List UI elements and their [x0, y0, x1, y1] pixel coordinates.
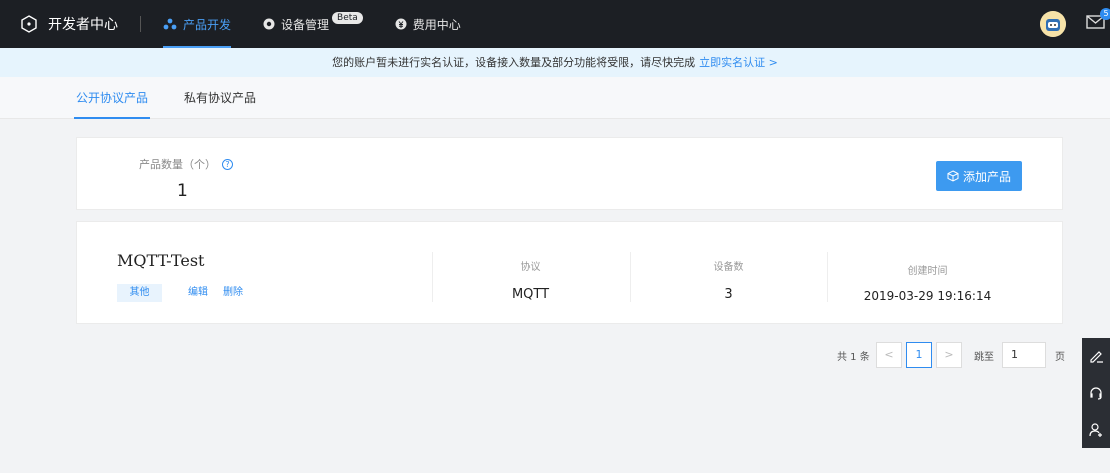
top-navbar: 开发者中心 产品开发 设备管理 Beta 费用中心 5 [0, 0, 1110, 48]
devices-value: 3 [724, 287, 733, 302]
robot-avatar-icon [1040, 11, 1066, 37]
created-value: 2019-03-29 19:16:14 [863, 289, 992, 303]
prev-page-button[interactable]: < [876, 342, 902, 368]
next-page-button[interactable]: > [936, 342, 962, 368]
page-unit-label: 页 [1055, 351, 1065, 363]
coin-icon [395, 18, 407, 30]
page-1-button[interactable]: 1 [906, 342, 932, 368]
hexagon-logo-icon[interactable] [20, 15, 38, 33]
protocol-label: 协议 [520, 262, 541, 273]
headset-icon[interactable] [1088, 385, 1104, 401]
add-product-button[interactable]: 添加产品 [936, 161, 1022, 191]
side-toolbar [1082, 338, 1110, 448]
product-name[interactable]: MQTT-Test [117, 251, 204, 270]
dots-cluster-icon [163, 18, 177, 30]
verify-now-link[interactable]: 立即实名认证 > [699, 56, 778, 69]
nav-label: 产品开发 [183, 17, 232, 32]
protocol-column: 协议 MQTT [432, 252, 628, 302]
protocol-tabs: 公开协议产品 私有协议产品 [0, 77, 1110, 119]
jump-label: 跳至 [974, 351, 994, 363]
target-icon [263, 18, 275, 30]
nav-label: 费用中心 [412, 17, 461, 32]
jump-page-input[interactable]: 1 [1002, 342, 1046, 368]
tab-private-protocol[interactable]: 私有协议产品 [184, 77, 256, 119]
product-count-label-row: 产品数量（个） ? [139, 156, 233, 172]
nav-product-dev[interactable]: 产品开发 [163, 0, 232, 48]
product-category-tag: 其他 [117, 284, 162, 302]
product-count-label: 产品数量（个） [139, 158, 216, 171]
help-icon[interactable]: ? [222, 158, 233, 170]
notice-text: 您的账户暂未进行实名认证，设备接入数量及部分功能将受限，请尽快完成 [332, 56, 696, 69]
protocol-value: MQTT [511, 287, 550, 302]
mail-count-badge: 5 [1100, 8, 1110, 20]
pagination-total: 共 1 条 [837, 351, 870, 363]
edit-link[interactable]: 编辑 [188, 284, 208, 302]
nav-device-mgmt[interactable]: 设备管理 Beta [263, 0, 363, 48]
devices-label: 设备数 [713, 262, 744, 273]
cube-icon [947, 170, 959, 182]
created-label: 创建时间 [907, 266, 948, 277]
add-product-label: 添加产品 [962, 169, 1011, 184]
product-count-card: 产品数量（个） ? 1 添加产品 [76, 137, 1063, 210]
nav-label: 设备管理 [281, 17, 330, 32]
divider [140, 16, 141, 32]
devices-column: 设备数 3 [630, 252, 826, 302]
beta-badge: Beta [332, 12, 363, 24]
brand-title[interactable]: 开发者中心 [48, 14, 118, 34]
product-card[interactable]: MQTT-Test 其他 编辑 删除 协议 MQTT 设备数 3 创建时间 20… [76, 221, 1063, 324]
user-avatar[interactable] [1040, 11, 1066, 37]
tab-public-protocol[interactable]: 公开协议产品 [73, 77, 151, 119]
product-count-value: 1 [177, 181, 188, 201]
verification-notice: 您的账户暂未进行实名认证，设备接入数量及部分功能将受限，请尽快完成 立即实名认证 … [0, 48, 1110, 77]
add-user-icon[interactable] [1088, 422, 1104, 438]
delete-link[interactable]: 删除 [223, 284, 243, 302]
nav-billing[interactable]: 费用中心 [395, 0, 461, 48]
created-column: 创建时间 2019-03-29 19:16:14 [827, 252, 1027, 303]
pencil-icon[interactable] [1088, 348, 1104, 364]
